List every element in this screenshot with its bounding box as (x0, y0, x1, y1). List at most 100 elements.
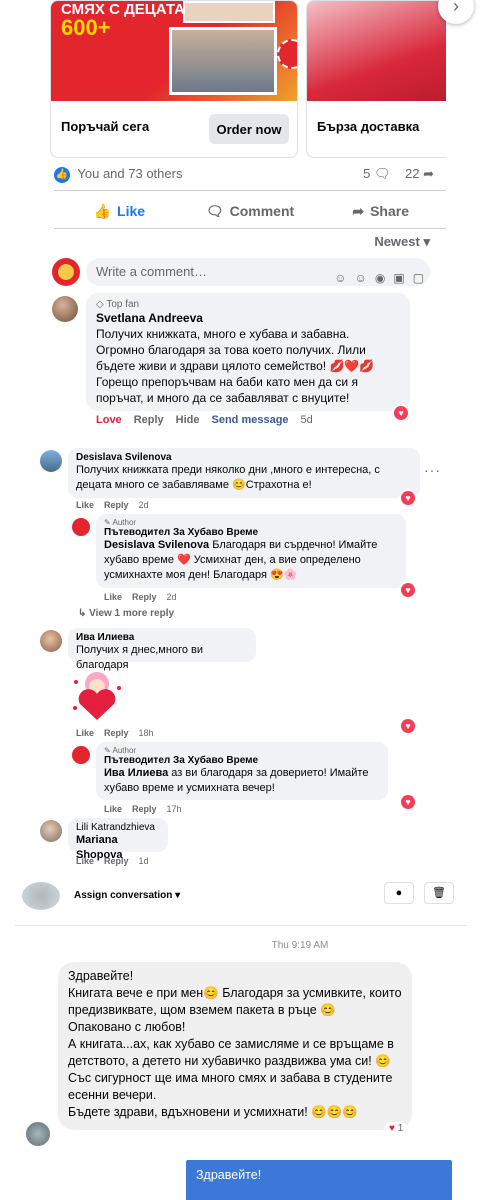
ad-image: СМЯХ С ДЕЦАТА 600+ (51, 1, 297, 101)
page-avatar[interactable] (72, 746, 90, 764)
like-button[interactable]: 👍 Like (54, 196, 185, 226)
comment-icon: 🗨 (205, 202, 224, 219)
ad-card-delivery[interactable]: Бърза доставка (306, 0, 446, 158)
avatar (22, 882, 60, 910)
mention[interactable]: Desislava Svilenova (104, 539, 209, 551)
reply-author[interactable]: Пътеводител За Хубаво Време (104, 755, 380, 766)
message-line: Бъдете здрави, вдъхновени и усмихнати! 😊… (68, 1105, 358, 1119)
share-button[interactable]: ➦ Share (315, 196, 446, 226)
like-button[interactable]: Like (104, 804, 122, 814)
assign-label: Assign conversation (74, 890, 173, 901)
sender-avatar[interactable] (26, 1122, 50, 1146)
like-button[interactable]: Like (76, 856, 94, 866)
ad-cover-text: СМЯХ С ДЕЦАТА 600+ (61, 1, 185, 39)
heart-reaction-icon[interactable]: ♥ (401, 795, 415, 809)
info-button[interactable]: ● (384, 882, 414, 904)
heart-reaction-icon[interactable]: ♥ (401, 491, 415, 505)
diamond-icon: ◇ (96, 299, 104, 310)
reply-button[interactable]: Reply (104, 728, 129, 738)
message-line: Опаковано с любов! (68, 1020, 186, 1034)
love-button[interactable]: Love (96, 414, 122, 426)
divider (15, 925, 467, 926)
heart-reaction-icon[interactable]: ♥ (401, 583, 415, 597)
comment-bubble: ◇ Top fan Svetlana Andreeva Получих книж… (86, 293, 410, 411)
gif-icon[interactable]: ▣ (393, 264, 404, 292)
thumbs-up-icon: 👍 (93, 202, 112, 219)
post-card: СМЯХ С ДЕЦАТА 600+ Поръчай сега Order no… (38, 0, 474, 430)
ad-label: Поръчай сега (61, 119, 150, 134)
comment-meta: Like Reply 1d (76, 856, 149, 866)
ad-card-order[interactable]: СМЯХ С ДЕЦАТА 600+ Поръчай сега Order no… (50, 0, 298, 158)
comment-author[interactable]: Svetlana Andreeva (96, 311, 400, 325)
message-line: Здравейте! (68, 969, 134, 983)
heart-reaction-icon[interactable]: ♥ (394, 406, 408, 420)
divider (54, 190, 446, 191)
reply-author[interactable]: Пътеводител За Хубаво Време (104, 527, 398, 538)
heart-reaction-icon[interactable]: ♥ (401, 719, 415, 733)
reaction-count: 1 (397, 1123, 404, 1134)
reply-time: 2d (166, 592, 177, 602)
caret-down-icon: ▾ (175, 890, 181, 901)
incoming-message[interactable]: Здравейте! Книгата вече е при мен😊 Благо… (58, 962, 412, 1130)
avatar[interactable] (52, 296, 78, 322)
emoji-icon[interactable]: ☺ (355, 264, 367, 292)
more-options-icon[interactable]: ··· (424, 462, 441, 478)
view-more-label: View 1 more reply (89, 608, 175, 619)
badge-label: Top fan (106, 299, 140, 310)
post-actions: 👍 Like 🗨 Comment ➦ Share (54, 196, 446, 226)
reply-button[interactable]: Reply (104, 856, 129, 866)
avatar-sticker-icon[interactable]: ☺ (334, 264, 346, 292)
comment-time: 2d (138, 500, 149, 510)
reply-bubble: ✎ Author Пътеводител За Хубаво Време Ива… (96, 742, 388, 800)
order-now-button[interactable]: Order now (209, 114, 289, 144)
reply-button[interactable]: Reply (104, 500, 129, 510)
like-button[interactable]: Like (104, 592, 122, 602)
assign-conversation-dropdown[interactable]: Assign conversation ▾ (74, 890, 180, 901)
counts[interactable]: 5 🗨 22 ➦ (363, 166, 434, 182)
comment-author[interactable]: Lili Katrandzhieva (76, 822, 160, 833)
avatar[interactable] (40, 450, 62, 472)
shares-count: 22 (405, 166, 420, 181)
reactions-summary[interactable]: 👍 You and 73 others 5 🗨 22 ➦ (54, 166, 434, 188)
sticker-icon[interactable]: ▢ (413, 264, 424, 292)
comment-author[interactable]: Desislava Svilenova (76, 452, 412, 463)
share-label: Share (370, 203, 409, 219)
reply-button[interactable]: Reply (134, 414, 164, 426)
comment-meta: Like Reply 18h (76, 728, 154, 738)
delete-button[interactable]: 🗑 (424, 882, 454, 904)
pencil-icon: ✎ (104, 746, 111, 755)
comment-composer[interactable]: Write a comment… ☺ ☺ ◉ ▣ ▢ (86, 258, 430, 286)
avatar[interactable] (40, 630, 62, 652)
caret-down-icon: ▾ (423, 234, 430, 249)
author-tag-label: Author (112, 746, 137, 755)
hide-button[interactable]: Hide (176, 414, 200, 426)
comment-bubble: Desislava Svilenova Получих книжката пре… (68, 448, 420, 498)
comment-author[interactable]: Ива Илиева (76, 632, 248, 643)
avatar[interactable] (40, 820, 62, 842)
reply-button[interactable]: Reply (132, 804, 157, 814)
heart-icon: ♥ (389, 1123, 395, 1134)
send-message-button[interactable]: Send message (212, 414, 289, 426)
reply-button[interactable]: Reply (132, 592, 157, 602)
ad-label: Бърза доставка (317, 119, 420, 134)
mention[interactable]: Ива Илиева (104, 767, 168, 779)
share-arrow-icon: ➦ (423, 166, 434, 181)
reply-time: 17h (166, 804, 182, 814)
like-button[interactable]: Like (76, 500, 94, 510)
author-tag: ✎ Author (104, 746, 380, 755)
page-avatar[interactable] (72, 518, 90, 536)
comment-label: Comment (229, 203, 295, 219)
like-button[interactable]: Like (76, 728, 94, 738)
comment-text: Получих книжката преди няколко дни ,мног… (76, 464, 380, 491)
author-tag-label: Author (112, 518, 137, 527)
message-line: А книгата...ах, как хубаво се замисляме … (68, 1037, 394, 1068)
reactions-text: You and 73 others (77, 166, 183, 181)
view-more-replies[interactable]: ↳ View 1 more reply (78, 608, 174, 619)
comment-time: 5d (300, 414, 313, 426)
sort-dropdown[interactable]: Newest ▾ (374, 234, 430, 250)
comment-button[interactable]: 🗨 Comment (185, 196, 316, 226)
camera-icon[interactable]: ◉ (375, 264, 385, 292)
outgoing-message[interactable]: Здравейте! (186, 1160, 452, 1200)
share-icon: ➦ (352, 202, 365, 219)
message-reaction[interactable]: ♥ 1 (385, 1122, 408, 1135)
